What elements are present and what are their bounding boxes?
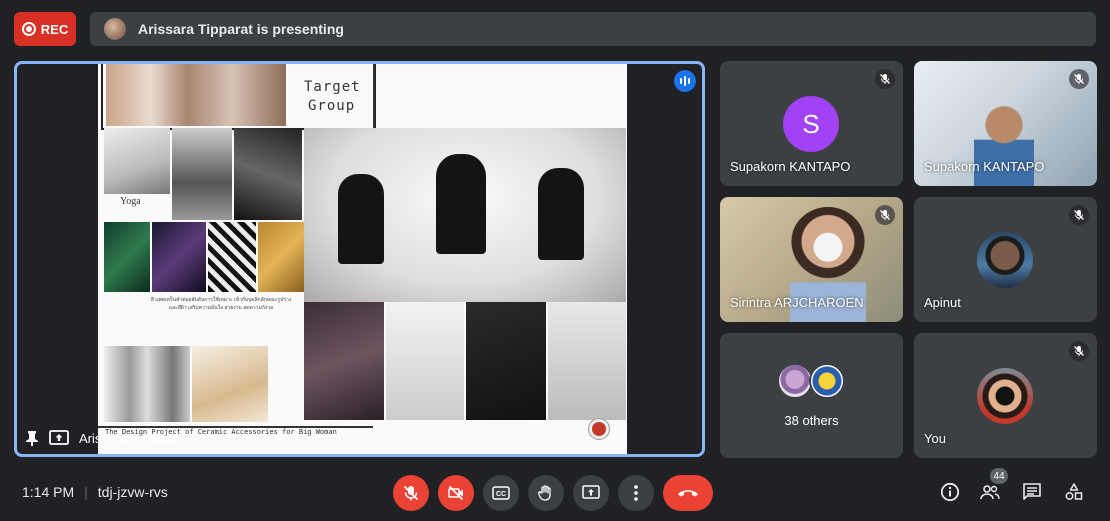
yoga-label: Yoga — [120, 196, 141, 207]
yoga-photo-2 — [172, 128, 232, 220]
participant-tile-supakorn-video[interactable]: Supakorn KANTAPO — [914, 61, 1097, 186]
participant-name: Supakorn KANTAPO — [730, 159, 851, 174]
others-count: 38 others — [784, 413, 839, 428]
meeting-controls-bar: 1:14 PM | tdj-jzvw-rvs CC 44 — [0, 468, 1110, 516]
chat-button[interactable] — [1020, 480, 1044, 504]
present-now-button[interactable] — [573, 475, 609, 511]
mic-off-icon — [1069, 205, 1089, 225]
separator: | — [84, 484, 88, 500]
mic-toggle-button[interactable] — [393, 475, 429, 511]
avatar — [809, 363, 845, 399]
participant-tile-apinut[interactable]: Apinut — [914, 197, 1097, 322]
closed-captions-icon: CC — [492, 486, 510, 500]
meeting-info: 1:14 PM | tdj-jzvw-rvs — [22, 484, 168, 500]
avatar — [977, 368, 1033, 424]
end-call-button[interactable] — [663, 475, 713, 511]
leaf-photo — [104, 222, 150, 292]
camera-toggle-button[interactable] — [438, 475, 474, 511]
recording-indicator[interactable]: REC — [14, 12, 76, 46]
participant-tile-supakorn-initial[interactable]: S Supakorn KANTAPO — [720, 61, 903, 186]
more-vert-icon — [634, 485, 638, 501]
thai-caption: สี แพตเทร็นคำต่อยสัมดันการใช้เหมาะ เข้าก… — [150, 297, 292, 311]
yoga-photo-1 — [104, 128, 170, 194]
shared-slide: Target Group Yoga สี แพตเทร็นคำต่อยสัมดั… — [98, 64, 627, 454]
necklace-bust-1 — [338, 174, 384, 264]
avatar — [977, 232, 1033, 288]
mic-off-icon — [875, 69, 895, 89]
avatar: S — [783, 96, 839, 152]
more-options-button[interactable] — [618, 475, 654, 511]
people-icon — [980, 485, 1000, 500]
presentation-tile-footer: Arissara Tipparat — [25, 430, 177, 446]
hand-icon — [538, 485, 551, 501]
others-tile[interactable]: 38 others — [720, 333, 903, 458]
presenter-avatar — [104, 18, 126, 40]
presenter-name-label: Arissara Tipparat — [79, 430, 178, 446]
mic-off-icon — [1069, 341, 1089, 361]
info-icon — [940, 482, 960, 502]
activities-button[interactable] — [1062, 480, 1086, 504]
architecture-photo — [104, 346, 190, 422]
clock-time: 1:14 PM — [22, 484, 75, 500]
others-avatars — [777, 363, 845, 399]
mic-off-icon — [403, 485, 419, 501]
chat-icon — [1023, 483, 1041, 500]
mic-off-icon — [1069, 69, 1089, 89]
screen-share-icon[interactable] — [49, 430, 69, 446]
pin-icon[interactable] — [25, 430, 39, 446]
participant-tile-sirintra[interactable]: Sirintra ARJCHAROEN — [720, 197, 903, 322]
camera-off-icon — [448, 485, 464, 501]
gold-texture-photo — [258, 222, 304, 292]
purple-leaf-photo — [152, 222, 206, 292]
participant-name: You — [924, 431, 946, 446]
necklace-bust-2 — [436, 154, 486, 254]
avatar — [777, 363, 813, 399]
yoga-photo-3 — [234, 128, 302, 220]
necklace-closeup-2 — [466, 302, 546, 420]
slide-divider-vertical — [373, 64, 375, 128]
record-icon — [21, 22, 36, 36]
presenting-text: Arissara Tipparat is presenting — [138, 21, 344, 37]
participant-name: Sirintra ARJCHAROEN — [730, 295, 864, 310]
participant-name: Supakorn KANTAPO — [924, 159, 1045, 174]
stripes-photo — [208, 222, 256, 292]
raise-hand-button[interactable] — [528, 475, 564, 511]
activities-icon — [1065, 483, 1083, 500]
svg-text:CC: CC — [496, 491, 506, 498]
presenting-banner: Arissara Tipparat is presenting — [90, 12, 1096, 46]
speaking-indicator-icon — [674, 70, 696, 92]
participant-name: Apinut — [924, 295, 961, 310]
present-screen-icon — [582, 485, 600, 499]
people-count-badge: 44 — [990, 468, 1008, 484]
slide-record-dot — [589, 419, 609, 439]
recording-label: REC — [40, 21, 69, 37]
mic-off-icon — [875, 205, 895, 225]
necklace-bust-3 — [538, 168, 584, 260]
captions-button[interactable]: CC — [483, 475, 519, 511]
earrings-photo — [386, 302, 464, 420]
meeting-details-button[interactable] — [938, 480, 962, 504]
phone-hangup-icon — [678, 490, 698, 497]
target-group-heading: Target Group — [304, 79, 361, 114]
participant-tile-you[interactable]: You — [914, 333, 1097, 458]
necklace-closeup-3 — [548, 302, 626, 420]
meeting-code: tdj-jzvw-rvs — [97, 484, 168, 500]
presentation-tile[interactable]: Target Group Yoga สี แพตเทร็นคำต่อยสัมดั… — [14, 61, 705, 457]
wood-blocks-photo — [192, 346, 268, 422]
necklace-closeup-1 — [304, 302, 384, 420]
